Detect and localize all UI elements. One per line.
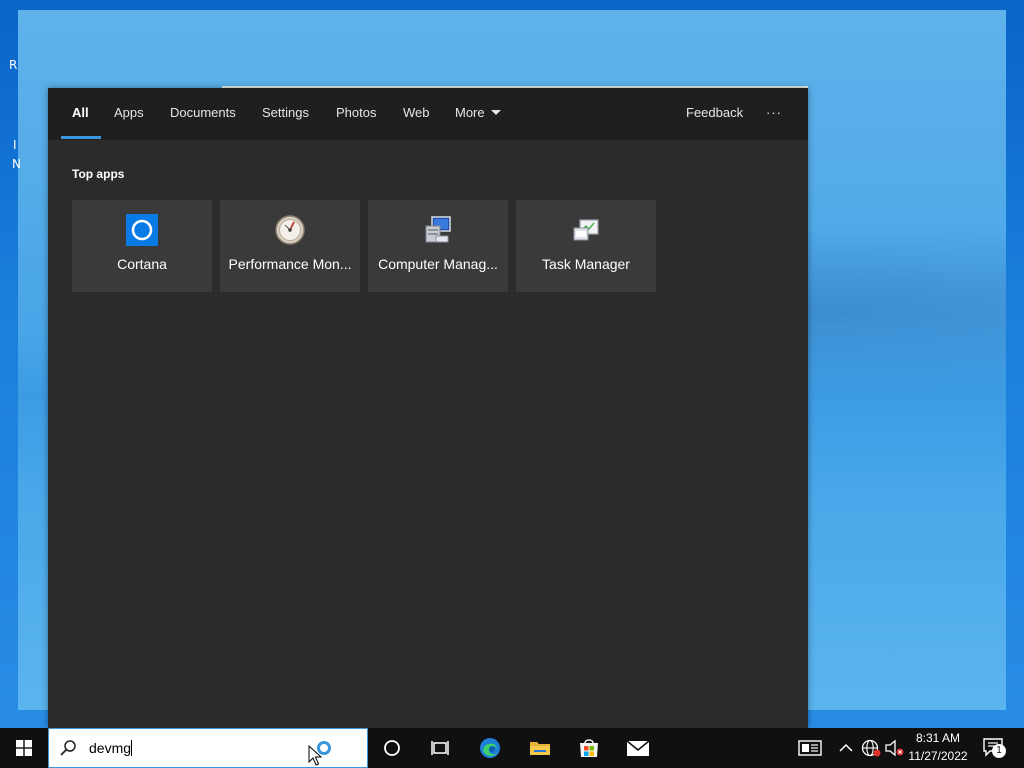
cortana-button-icon[interactable] [380,736,404,760]
desktop-icon-label-fragment: R [9,58,18,72]
app-tile-label: Computer Manag... [378,256,498,272]
search-input[interactable]: devmg [89,740,133,756]
search-query-text: devmg [89,740,132,756]
app-tile-computer-management[interactable]: Computer Manag... [368,200,508,292]
mail-icon[interactable] [626,736,650,760]
store-icon[interactable] [577,736,601,760]
search-icon [60,740,76,756]
clock-time[interactable]: 8:31 AM [906,731,970,745]
desktop: R I N All Apps Documents Settings Photos… [0,0,1024,768]
cortana-icon [126,214,158,246]
app-tile-task-manager[interactable]: Task Manager [516,200,656,292]
news-and-interests-icon[interactable] [798,736,822,760]
action-center-button[interactable]: 1 [982,736,1008,760]
search-panel: All Apps Documents Settings Photos Web M… [48,88,808,728]
desktop-icon-label-fragment: I [13,138,17,152]
desktop-icon-label-fragment: N [12,157,21,171]
tab-more-label: More [455,105,485,120]
chevron-down-icon [490,110,501,115]
taskbar: devmg 8:31 AM 11/27/2022 1 [0,728,1024,768]
edge-icon[interactable] [478,736,502,760]
computer-management-icon [425,216,451,243]
volume-muted-icon[interactable] [884,736,906,760]
tab-documents[interactable]: Documents [170,105,236,125]
active-tab-indicator [61,136,101,139]
performance-monitor-icon [275,215,305,245]
app-tile-cortana[interactable]: Cortana [72,200,212,292]
tab-web[interactable]: Web [403,105,430,125]
notification-count-badge: 1 [992,744,1006,758]
start-button[interactable] [0,728,48,768]
tab-apps[interactable]: Apps [114,105,144,125]
clock-date[interactable]: 11/27/2022 [906,749,970,763]
tab-more[interactable]: More [455,105,501,125]
feedback-button[interactable]: Feedback [686,105,743,125]
app-tile-label: Task Manager [542,256,630,272]
tab-photos[interactable]: Photos [336,105,376,125]
app-tile-performance-monitor[interactable]: Performance Mon... [220,200,360,292]
tab-settings[interactable]: Settings [262,105,309,125]
search-scope-tabs: All Apps Documents Settings Photos Web M… [48,88,808,140]
file-explorer-icon[interactable] [528,736,552,760]
tab-all[interactable]: All [72,105,89,125]
text-caret [131,740,133,756]
mouse-cursor-icon [308,745,322,766]
chevron-up-icon[interactable] [838,736,854,760]
windows-logo-icon [16,740,32,756]
app-tile-label: Cortana [117,256,167,272]
app-tile-label: Performance Mon... [228,256,352,272]
task-view-icon[interactable] [428,736,452,760]
more-options-button[interactable]: ··· [766,105,782,125]
network-icon[interactable] [860,736,882,760]
task-manager-icon [573,219,599,241]
section-title-top-apps: Top apps [72,167,125,181]
